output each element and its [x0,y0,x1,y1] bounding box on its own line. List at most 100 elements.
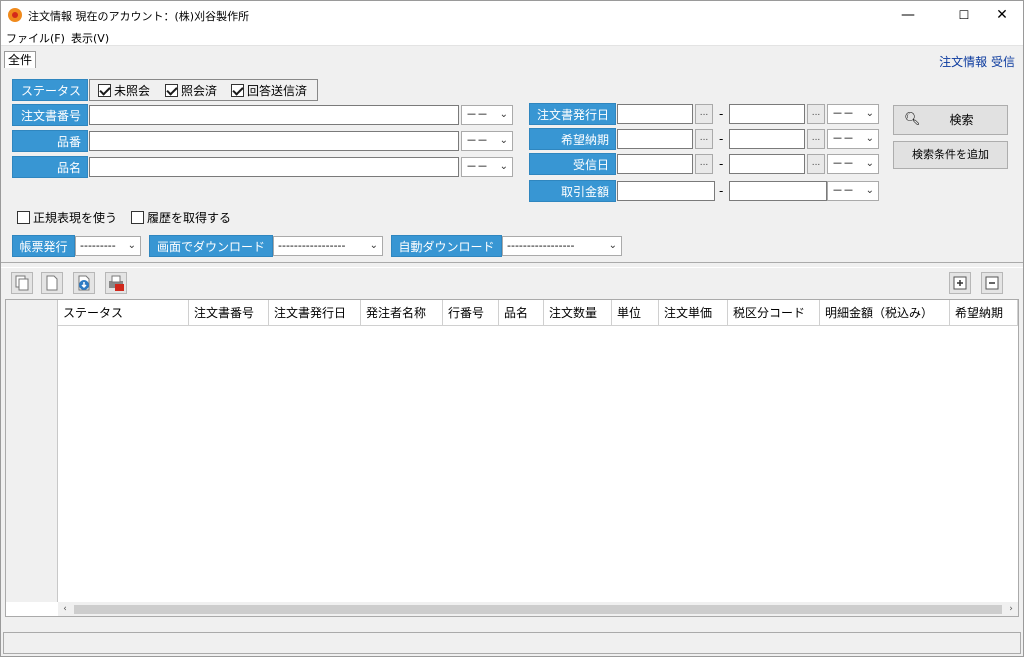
regex-checkbox-box[interactable] [17,211,30,224]
title-bar: 注文情報 現在のアカウント：(株)刈谷製作所 — ☐ ✕ [1,1,1023,29]
checkbox-unviewed-box[interactable] [98,84,111,97]
chevron-down-icon: ⌄ [499,109,508,120]
range-separator: - [719,107,724,121]
desired-date-to-input[interactable] [729,129,805,149]
desired-date-select[interactable]: －－ ⌄ [827,129,879,149]
col-desired-date[interactable]: 希望納期 [950,300,1018,326]
checkbox-unviewed[interactable]: 未照会 [98,82,150,99]
search-icon: 🔍︎ [904,112,921,127]
amount-label: 取引金額 [529,180,616,202]
document-icon[interactable] [41,272,63,294]
issue-date-from-input[interactable] [617,104,693,124]
amount-from-input[interactable] [617,181,715,201]
receive-date-to-picker[interactable]: ... [807,154,825,174]
chevron-down-icon: ⌄ [865,108,874,119]
col-issue-date[interactable]: 注文書発行日 [269,300,361,326]
chevron-down-icon: ⌄ [499,135,508,146]
checkbox-replied[interactable]: 回答送信済 [231,82,307,99]
horizontal-scrollbar[interactable]: ‹ › [58,602,1018,616]
copy-icon[interactable] [11,272,33,294]
checkbox-viewed[interactable]: 照会済 [165,82,217,99]
scroll-right-icon[interactable]: › [1004,602,1018,616]
auto-download-select[interactable]: ----------------- ⌄ [502,236,622,256]
status-bar [3,632,1021,654]
desired-date-label: 希望納期 [529,128,616,150]
chevron-down-icon: ⌄ [865,185,874,196]
chevron-down-icon: ⌄ [608,240,617,251]
part-no-input[interactable] [89,131,459,151]
report-label: 帳票発行 [12,235,75,257]
receive-date-from-input[interactable] [617,154,693,174]
menu-file[interactable]: ファイル(F) [6,30,65,46]
menu-view[interactable]: 表示(V) [71,30,109,46]
add-condition-button[interactable]: 検索条件を追加 [893,141,1008,169]
pdf-print-icon[interactable] [105,272,127,294]
history-checkbox[interactable]: 履歴を取得する [131,209,231,226]
regex-checkbox[interactable]: 正規表現を使う [17,209,117,226]
issue-date-select[interactable]: －－ ⌄ [827,104,879,124]
menu-bar: ファイル(F) 表示(V) [1,29,1023,46]
application-window: 注文情報 現在のアカウント：(株)刈谷製作所 — ☐ ✕ ファイル(F) 表示(… [0,0,1024,657]
scrollbar-thumb[interactable] [74,605,1002,614]
chevron-down-icon: ⌄ [865,158,874,169]
col-unit-price[interactable]: 注文単価 [659,300,728,326]
status-label: ステータス [12,79,88,101]
issue-date-from-picker[interactable]: ... [695,104,713,124]
amount-to-input[interactable] [729,181,827,201]
receive-date-from-picker[interactable]: ... [695,154,713,174]
chevron-down-icon: ⌄ [127,240,136,251]
part-name-match-select[interactable]: －－ ⌄ [461,157,513,177]
receive-date-label: 受信日 [529,153,616,175]
order-receive-link[interactable]: 注文情報 受信 [939,53,1015,70]
receive-date-to-input[interactable] [729,154,805,174]
search-button[interactable]: 🔍︎ 検索 [893,105,1008,135]
col-line-no[interactable]: 行番号 [443,300,499,326]
window-title: 注文情報 現在のアカウント：(株)刈谷製作所 [28,10,250,23]
col-unit[interactable]: 単位 [612,300,659,326]
receive-date-select[interactable]: －－ ⌄ [827,154,879,174]
part-no-match-select[interactable]: －－ ⌄ [461,131,513,151]
issue-date-to-picker[interactable]: ... [807,104,825,124]
screen-download-select[interactable]: ----------------- ⌄ [273,236,383,256]
range-separator: - [719,132,724,146]
auto-download-label: 自動ダウンロード [391,235,502,257]
order-no-match-select[interactable]: －－ ⌄ [461,105,513,125]
row-header-column [6,300,58,602]
col-line-amount[interactable]: 明細金額（税込み） [820,300,950,326]
order-no-label: 注文書番号 [12,104,88,126]
col-order-qty[interactable]: 注文数量 [544,300,612,326]
col-tax-code[interactable]: 税区分コード [728,300,820,326]
section-divider [1,262,1023,268]
screen-download-label: 画面でダウンロード [149,235,273,257]
issue-date-to-input[interactable] [729,104,805,124]
report-select[interactable]: --------- ⌄ [75,236,141,256]
amount-select[interactable]: －－ ⌄ [827,181,879,201]
tab-strip: 全件 注文情報 受信 [1,47,1023,69]
results-grid[interactable]: ステータス 注文書番号 注文書発行日 発注者名称 行番号 品名 注文数量 単位 … [5,299,1019,617]
history-checkbox-box[interactable] [131,211,144,224]
grid-toolbar [5,269,1019,297]
col-status[interactable]: ステータス [58,300,189,326]
desired-date-from-picker[interactable]: ... [695,129,713,149]
chevron-down-icon: ⌄ [865,133,874,144]
checkbox-replied-box[interactable] [231,84,244,97]
download-icon[interactable] [73,272,95,294]
col-orderer-name[interactable]: 発注者名称 [361,300,443,326]
part-no-label: 品番 [12,130,88,152]
range-separator: - [719,184,724,198]
col-part-name[interactable]: 品名 [499,300,544,326]
chevron-down-icon: ⌄ [499,161,508,172]
expand-icon[interactable] [949,272,971,294]
desired-date-to-picker[interactable]: ... [807,129,825,149]
collapse-icon[interactable] [981,272,1003,294]
tab-all[interactable]: 全件 [4,51,37,68]
scroll-left-icon[interactable]: ‹ [58,602,72,616]
desired-date-from-input[interactable] [617,129,693,149]
order-no-input[interactable] [89,105,459,125]
chevron-down-icon: ⌄ [369,240,378,251]
minimize-button[interactable]: — [885,1,931,29]
checkbox-viewed-box[interactable] [165,84,178,97]
part-name-input[interactable] [89,157,459,177]
col-order-no[interactable]: 注文書番号 [189,300,269,326]
close-button[interactable]: ✕ [979,1,1024,29]
